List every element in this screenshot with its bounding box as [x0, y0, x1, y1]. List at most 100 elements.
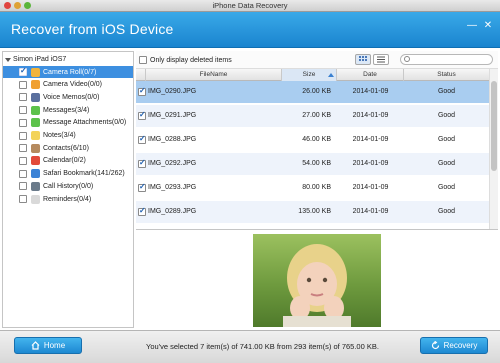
sidebar-item[interactable]: Calendar(0/2)	[3, 155, 133, 167]
disclosure-triangle-icon[interactable]	[5, 57, 11, 62]
window-controls	[4, 2, 31, 9]
sidebar-item-checkbox[interactable]	[19, 93, 27, 102]
search-input[interactable]	[400, 54, 493, 65]
voice-memos-icon	[31, 92, 40, 102]
messages-icon	[31, 105, 40, 115]
cell-name: IMG_0292.JPG	[148, 160, 197, 167]
file-table: FileName Size Date Status IMG_0290.JPG 26…	[136, 69, 489, 229]
only-deleted-checkbox[interactable]	[139, 56, 147, 64]
zoom-window-button[interactable]	[24, 2, 31, 9]
sidebar-item-checkbox[interactable]	[19, 80, 27, 89]
call-history-icon	[31, 181, 40, 191]
window-title: iPhone Data Recovery	[212, 1, 288, 10]
row-checkbox[interactable]	[138, 206, 146, 216]
cell-date: 2014-01-09	[352, 184, 389, 191]
sidebar-item[interactable]: Notes(3/4)	[3, 130, 133, 142]
sidebar-item[interactable]: Message Attachments(0/0)	[3, 117, 133, 129]
category-sidebar: Simon iPad iOS7 Camera Roll(0/7) Camera V…	[2, 51, 134, 328]
grid-view-button[interactable]	[355, 54, 371, 65]
camera-video-icon	[31, 80, 40, 90]
cell-date: 2014-01-09	[352, 160, 389, 167]
table-row[interactable]: IMG_0290.JPG 26.00 KB 2014-01-09 Good	[136, 81, 489, 103]
list-view-icon	[377, 56, 385, 63]
home-icon	[31, 341, 40, 350]
sidebar-item-label: Safari Bookmark(141/262)	[43, 170, 125, 178]
header-status[interactable]: Status	[404, 69, 489, 81]
cell-name: IMG_0293.JPG	[148, 184, 197, 191]
sidebar-item-checkbox[interactable]	[19, 118, 27, 127]
cell-size: 26.00 KB	[302, 88, 331, 95]
search-icon	[404, 56, 410, 62]
cell-date: 2014-01-09	[352, 112, 389, 119]
cell-name: IMG_0289.JPG	[148, 208, 197, 215]
home-button[interactable]: Home	[14, 337, 82, 354]
row-checkbox[interactable]	[138, 158, 146, 168]
sidebar-item[interactable]: Reminders(0/4)	[3, 193, 133, 205]
table-row[interactable]: IMG_0292.JPG 54.00 KB 2014-01-09 Good	[136, 153, 489, 175]
sidebar-item[interactable]: Camera Roll(0/7)	[3, 66, 133, 78]
page-title: Recover from iOS Device	[11, 21, 174, 37]
contacts-icon	[31, 143, 40, 153]
reminders-icon	[31, 194, 40, 204]
calendar-icon	[31, 156, 40, 166]
table-header: FileName Size Date Status	[136, 69, 489, 81]
safari-bookmark-icon	[31, 169, 40, 179]
grid-view-icon	[359, 56, 367, 61]
home-label: Home	[43, 341, 66, 350]
cell-status: Good	[437, 88, 456, 95]
close-window-button[interactable]	[4, 2, 11, 9]
sidebar-item-label: Message Attachments(0/0)	[43, 119, 127, 127]
sidebar-item-checkbox[interactable]	[19, 131, 27, 140]
cell-size: 135.00 KB	[298, 208, 331, 215]
cell-size: 27.00 KB	[302, 112, 331, 119]
sidebar-item[interactable]: Camera Video(0/0)	[3, 79, 133, 91]
row-checkbox[interactable]	[138, 86, 146, 96]
sidebar-item-checkbox[interactable]	[19, 156, 27, 165]
sidebar-item-checkbox[interactable]	[19, 195, 27, 203]
only-deleted-option[interactable]: Only display deleted items	[139, 56, 232, 64]
sidebar-item[interactable]: Call History(0/0)	[3, 180, 133, 192]
sidebar-item-label: Messages(3/4)	[43, 106, 90, 114]
row-checkbox[interactable]	[138, 134, 146, 144]
list-view-button[interactable]	[373, 54, 389, 65]
notes-icon	[31, 131, 40, 140]
recovery-button[interactable]: Recovery	[420, 337, 488, 354]
header-banner: Recover from iOS Device — ✕	[0, 12, 500, 48]
row-checkbox[interactable]	[138, 182, 146, 192]
cell-date: 2014-01-09	[352, 136, 389, 143]
sidebar-item-label: Contacts(6/10)	[43, 144, 89, 152]
table-row[interactable]: IMG_0289.JPG 135.00 KB 2014-01-09 Good	[136, 201, 489, 223]
cell-name: IMG_0288.JPG	[148, 136, 197, 143]
cell-date: 2014-01-09	[352, 88, 389, 95]
sidebar-item-checkbox[interactable]	[19, 169, 27, 178]
sidebar-item-checkbox[interactable]	[19, 144, 27, 153]
sidebar-item-checkbox[interactable]	[19, 182, 27, 191]
device-name: Simon iPad iOS7	[13, 56, 67, 63]
close-icon[interactable]: ✕	[481, 20, 495, 32]
selection-status: You've selected 7 item(s) of 741.00 KB f…	[146, 342, 379, 351]
table-row[interactable]: IMG_0293.JPG 80.00 KB 2014-01-09 Good	[136, 177, 489, 199]
cell-status: Good	[437, 184, 456, 191]
sidebar-item[interactable]: Voice Memos(0/0)	[3, 91, 133, 103]
photo-preview	[253, 234, 381, 327]
header-date[interactable]: Date	[337, 69, 404, 81]
header-filename[interactable]: FileName	[146, 69, 282, 81]
minimize-icon[interactable]: —	[465, 20, 479, 32]
sidebar-item[interactable]: Contacts(6/10)	[3, 142, 133, 154]
sidebar-item-label: Voice Memos(0/0)	[43, 93, 100, 101]
table-scrollbar[interactable]	[489, 69, 498, 229]
sidebar-item-label: Call History(0/0)	[43, 182, 94, 190]
cell-name: IMG_0290.JPG	[148, 88, 197, 95]
minimize-window-button[interactable]	[14, 2, 21, 9]
sidebar-item[interactable]: Safari Bookmark(141/262)	[3, 168, 133, 180]
sidebar-item-checkbox[interactable]	[19, 106, 27, 115]
sidebar-item-label: Notes(3/4)	[43, 132, 76, 139]
scrollbar-thumb[interactable]	[491, 81, 497, 171]
table-row[interactable]: IMG_0291.JPG 27.00 KB 2014-01-09 Good	[136, 105, 489, 127]
sidebar-item-checkbox[interactable]	[19, 66, 27, 76]
window-titlebar: iPhone Data Recovery	[0, 0, 500, 12]
sidebar-item[interactable]: Messages(3/4)	[3, 104, 133, 116]
table-row[interactable]: IMG_0288.JPG 46.00 KB 2014-01-09 Good	[136, 129, 489, 151]
row-checkbox[interactable]	[138, 110, 146, 120]
device-node[interactable]: Simon iPad iOS7	[5, 54, 66, 65]
